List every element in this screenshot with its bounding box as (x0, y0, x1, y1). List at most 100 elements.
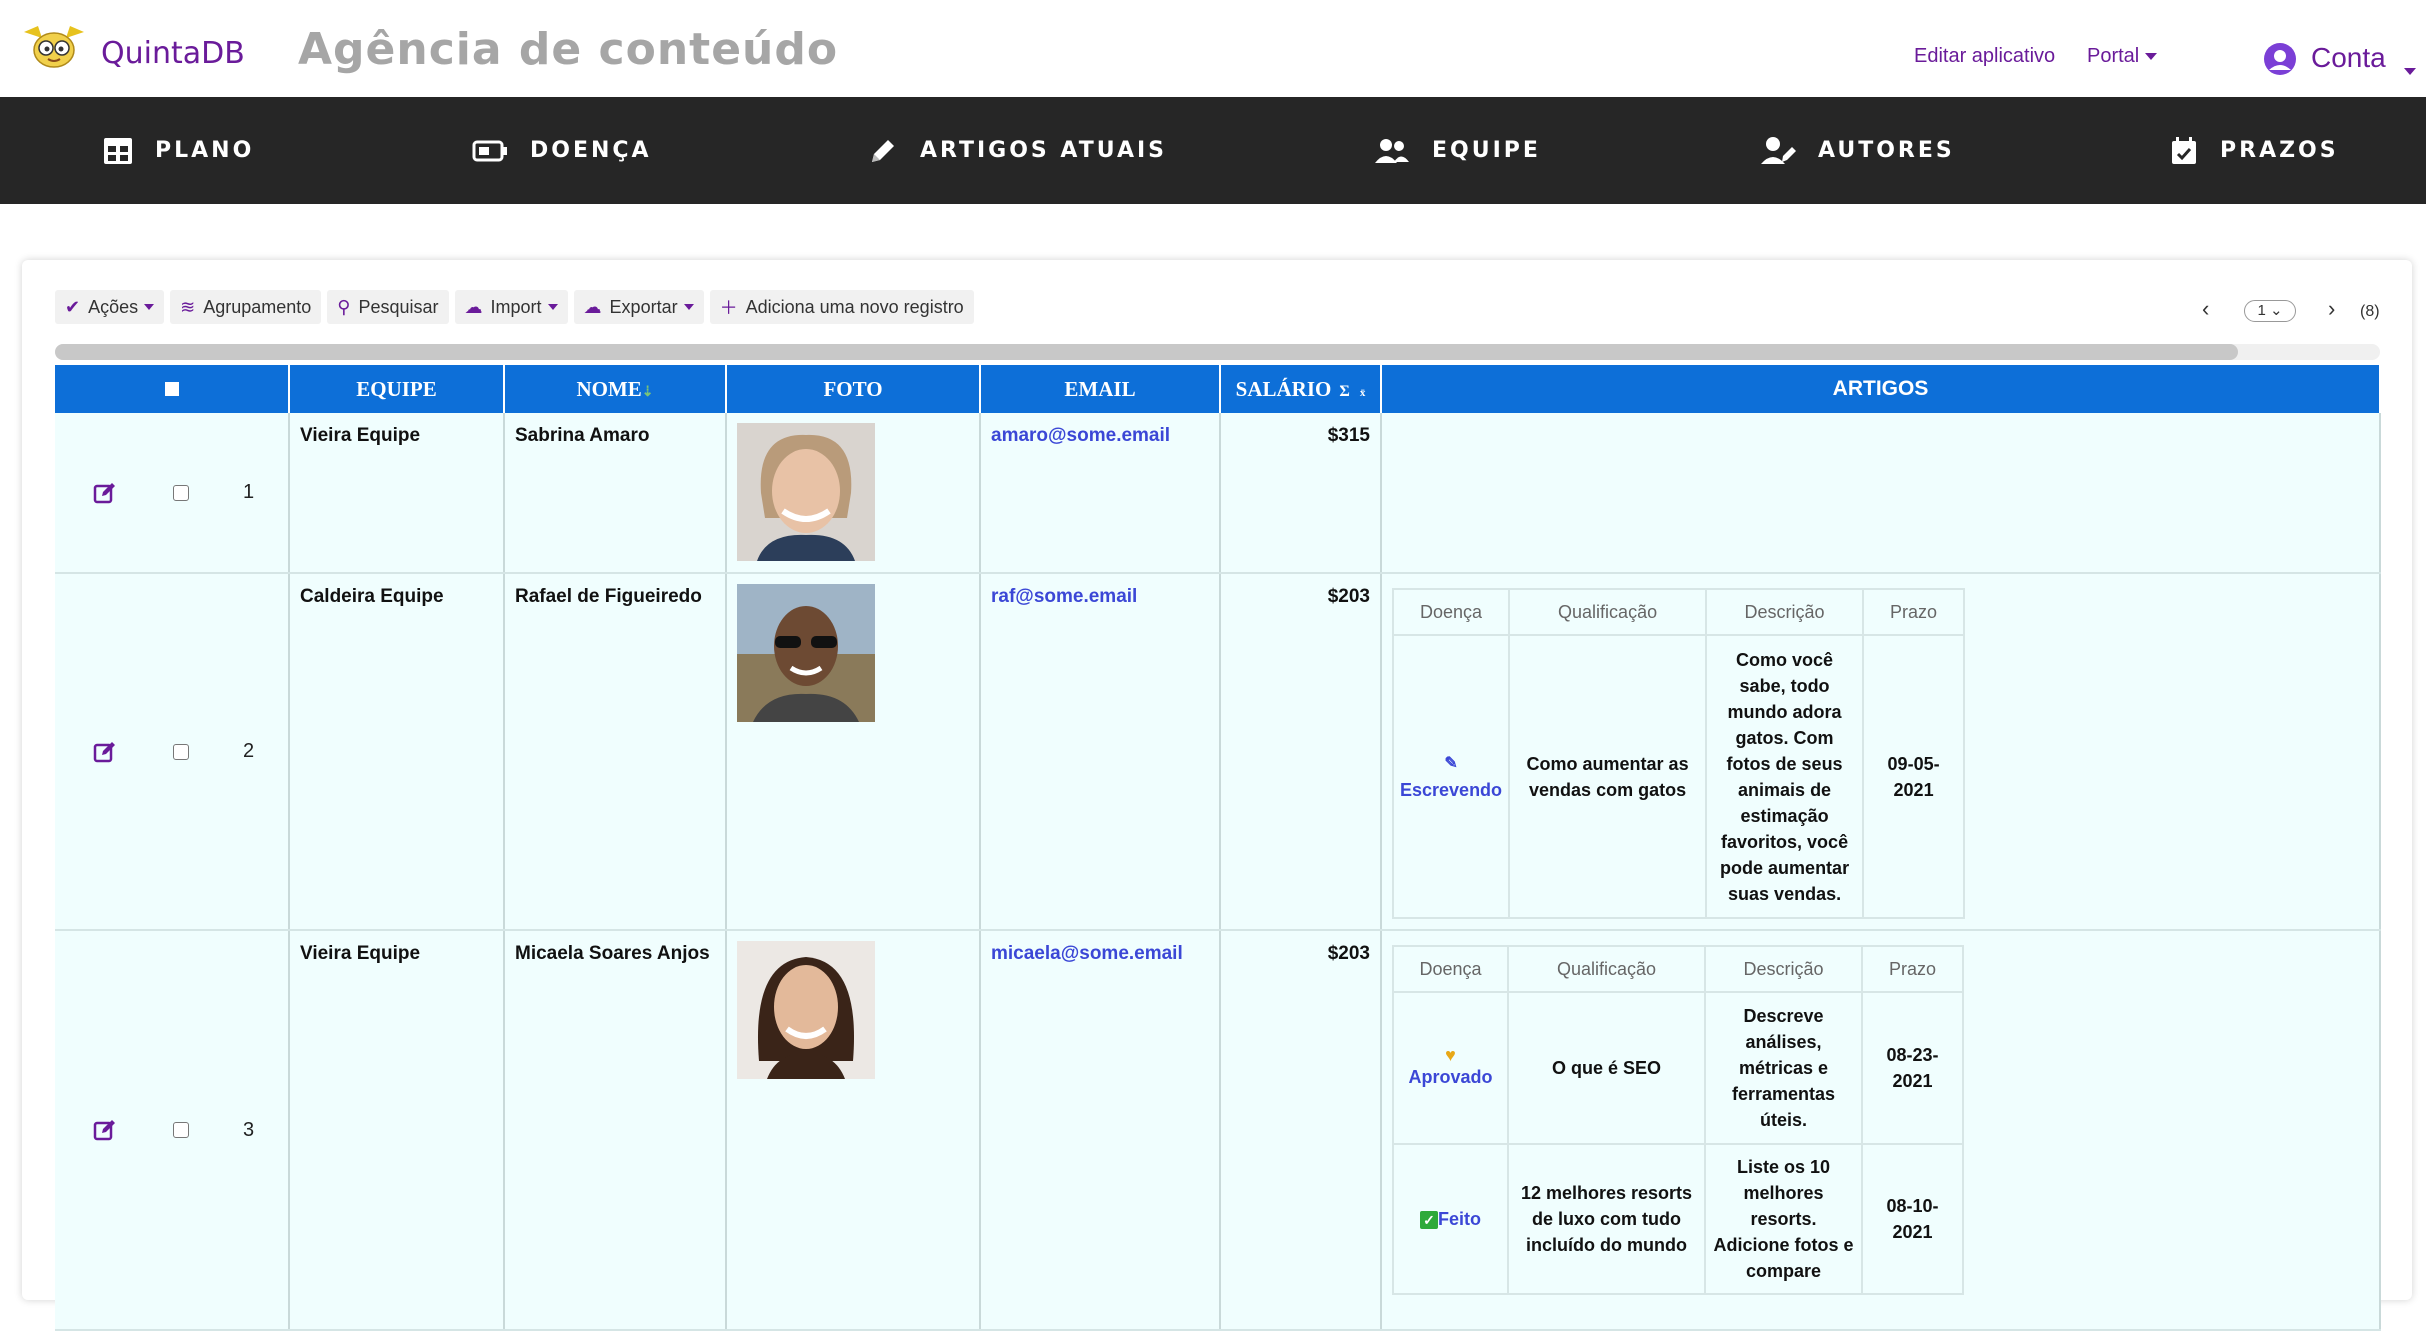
page-select[interactable]: 1 ⌄ (2244, 300, 2296, 322)
row-number: 3 (243, 1118, 255, 1141)
chevron-down-icon[interactable] (2404, 68, 2416, 75)
user-avatar-icon[interactable] (2262, 42, 2298, 76)
search-icon: ⚲ (337, 296, 351, 317)
row-controls: 3 (55, 930, 290, 1331)
chevron-left-icon[interactable]: ‹ (2202, 296, 2209, 322)
team-cell[interactable]: Vieira Equipe (289, 413, 505, 574)
team-cell[interactable]: Vieira Equipe (289, 930, 505, 1331)
name-cell[interactable]: Rafael de Figueiredo (504, 573, 727, 931)
select-all-checkbox[interactable] (164, 381, 179, 396)
edit-icon[interactable] (93, 481, 117, 505)
column-header-foto[interactable]: FOTO (726, 365, 981, 413)
records-toolbar: ✔ Ações ≋ Agrupamento ⚲ Pesquisar ☁ Import ☁… (55, 290, 980, 324)
chevron-right-icon[interactable]: › (2328, 296, 2335, 322)
nav-item-plano[interactable]: PLANO (103, 97, 254, 204)
nav-item-autores[interactable]: AUTORES (1760, 97, 1955, 204)
quintadb-logo-icon[interactable] (18, 22, 90, 70)
row-number: 1 (243, 481, 255, 503)
edit-app-link[interactable]: Editar aplicativo (1914, 45, 2055, 68)
status-label: Escrevendo (1400, 779, 1503, 800)
app-title: Agência de conteúdo (298, 24, 839, 75)
profile-photo[interactable] (737, 941, 875, 1079)
deadline-cell[interactable]: 09-05-2021 (1862, 634, 1966, 919)
email-cell: raf@some.email (980, 573, 1221, 931)
deadline-cell[interactable]: 08-23-2021 (1861, 991, 1964, 1145)
email-link[interactable]: amaro@some.email (991, 425, 1170, 446)
nav-item-doenca[interactable]: DOENÇA (472, 97, 652, 204)
account-menu[interactable]: Conta (2311, 42, 2386, 74)
nav-item-equipe[interactable]: EQUIPE (1374, 97, 1541, 204)
grouping-button[interactable]: ≋ Agrupamento (170, 290, 322, 324)
title-cell[interactable]: O que é SEO (1507, 991, 1706, 1145)
user-edit-icon (1761, 136, 1796, 164)
photo-cell (726, 930, 981, 1331)
portal-menu[interactable]: Portal (2087, 45, 2158, 68)
subtable-header: Doença (1391, 588, 1511, 636)
nav-item-prazos[interactable]: PRAZOS (2170, 97, 2339, 204)
photo-cell (726, 413, 981, 574)
title-cell[interactable]: Como aumentar as vendas com gatos (1508, 634, 1708, 919)
calendar-check-icon (2172, 136, 2196, 164)
name-cell[interactable]: Sabrina Amaro (504, 413, 727, 574)
description-cell[interactable]: Liste os 10 melhores resorts. Adicione f… (1704, 1143, 1863, 1295)
status-cell[interactable]: ✓ Feito (1392, 1143, 1509, 1295)
add-record-button[interactable]: ＋ Adiciona uma novo registro (709, 290, 974, 324)
plus-icon: ＋ (719, 298, 738, 318)
scrollbar-thumb[interactable] (55, 344, 2238, 360)
sum-value-icon: x̄ (1359, 386, 1366, 399)
subtable-row: ✎ Escrevendo Como aumentar as vendas com … (1391, 634, 1966, 919)
edit-icon[interactable] (93, 1118, 117, 1142)
articles-cell (1381, 413, 2381, 574)
search-button[interactable]: ⚲ Pesquisar (327, 290, 449, 324)
row-controls: 2 (55, 573, 290, 931)
salary-cell[interactable]: $203 (1220, 573, 1382, 931)
row-checkbox[interactable] (173, 743, 189, 760)
row-checkbox[interactable] (173, 1122, 189, 1138)
profile-photo[interactable] (737, 423, 875, 561)
description-cell[interactable]: Descreve análises, métricas e ferramenta… (1704, 991, 1863, 1145)
column-header-email[interactable]: EMAIL (980, 365, 1221, 413)
photo-cell (726, 573, 981, 931)
status-cell[interactable]: ♥ Aprovado (1392, 991, 1509, 1145)
column-header-nome[interactable]: NOME⇣ (504, 365, 727, 413)
users-icon (1375, 138, 1409, 163)
chevron-down-icon (547, 304, 558, 310)
articles-cell: Doença Qualificação Descrição Prazo ✎ Esc… (1381, 573, 2381, 931)
edit-icon[interactable] (93, 740, 117, 764)
nav-label: ARTIGOS ATUAIS (920, 138, 1168, 163)
status-label: Aprovado (1408, 1067, 1493, 1087)
brand-name[interactable]: QuintaDB (101, 36, 245, 71)
deadline-cell[interactable]: 08-10-2021 (1861, 1143, 1964, 1295)
export-button[interactable]: ☁ Exportar (573, 290, 704, 324)
row-checkbox[interactable] (173, 484, 189, 501)
profile-photo[interactable] (737, 584, 875, 722)
battery-icon (472, 140, 507, 161)
cloud-upload-icon: ☁ (464, 296, 483, 317)
status-cell[interactable]: ✎ Escrevendo (1391, 634, 1511, 919)
column-header-equipe[interactable]: EQUIPE (289, 365, 505, 413)
email-link[interactable]: micaela@some.email (991, 943, 1183, 964)
chevron-down-icon (144, 304, 155, 310)
import-button[interactable]: ☁ Import (454, 290, 568, 324)
nav-label: AUTORES (1818, 138, 1955, 163)
nav-label: DOENÇA (530, 138, 652, 163)
nav-label: EQUIPE (1432, 138, 1541, 163)
table-row: 1 Vieira Equipe Sabrina Amaro amaro@some… (55, 413, 2381, 574)
salary-cell[interactable]: $315 (1220, 413, 1382, 574)
horizontal-scrollbar[interactable] (55, 344, 2380, 360)
actions-button[interactable]: ✔ Ações (55, 290, 165, 324)
description-cell[interactable]: Como você sabe, todo mundo adora gatos. … (1705, 634, 1865, 919)
salary-cell[interactable]: $203 (1220, 930, 1382, 1331)
select-all-header[interactable] (55, 365, 290, 413)
table-row: 2 Caldeira Equipe Rafael de Figueiredo r… (55, 573, 2381, 931)
column-header-salario[interactable]: SALÁRIO Σx̄ (1220, 365, 1382, 413)
email-link[interactable]: raf@some.email (991, 586, 1137, 607)
subtable-header: Prazo (1862, 588, 1966, 636)
column-header-artigos[interactable]: ARTIGOS (1381, 365, 2381, 413)
team-cell[interactable]: Caldeira Equipe (289, 573, 505, 931)
main-nav: PLANO DOENÇA ARTIGOS ATUAIS EQUIPE AUTOR… (0, 97, 2426, 204)
name-cell[interactable]: Micaela Soares Anjos (504, 930, 727, 1331)
portal-label: Portal (2087, 45, 2140, 67)
nav-item-artigos-atuais[interactable]: ARTIGOS ATUAIS (868, 97, 1167, 204)
title-cell[interactable]: 12 melhores resorts de luxo com tudo inc… (1507, 1143, 1706, 1295)
